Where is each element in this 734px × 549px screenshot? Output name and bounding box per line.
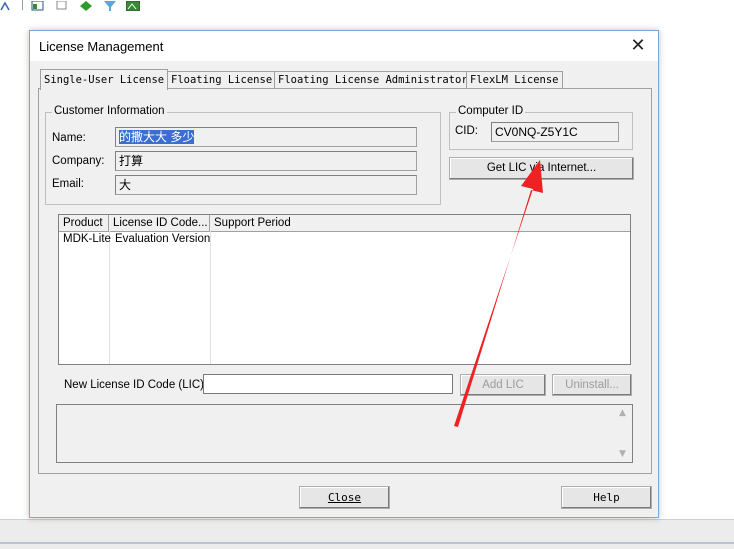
column-divider <box>109 231 110 364</box>
email-field[interactable]: 大 <box>115 175 417 195</box>
toolbar-separator <box>22 0 23 10</box>
email-label: Email: <box>52 178 84 190</box>
column-header-support-period[interactable]: Support Period <box>210 215 630 231</box>
close-icon[interactable]: ✕ <box>626 34 650 58</box>
title-bar[interactable]: License Management ✕ <box>30 31 658 61</box>
download-diamond-icon[interactable] <box>79 0 93 11</box>
funnel-icon[interactable] <box>103 0 117 11</box>
column-header-license-id-code[interactable]: License ID Code... <box>109 215 210 231</box>
column-divider <box>210 231 211 364</box>
vertical-scrollbar[interactable]: ▲ ▼ <box>615 405 632 462</box>
window-icon[interactable] <box>31 0 45 11</box>
column-header-product[interactable]: Product <box>59 215 109 231</box>
message-box[interactable]: ▲ ▼ <box>56 404 633 463</box>
dialog-title: License Management <box>39 39 164 54</box>
close-button[interactable]: Close <box>299 486 390 509</box>
tab-floating-license[interactable]: Floating License <box>167 71 277 89</box>
new-lic-label: New License ID Code (LIC): <box>64 379 208 391</box>
new-lic-input[interactable] <box>203 374 453 394</box>
add-lic-button[interactable]: Add LIC <box>460 374 546 396</box>
scroll-up-icon[interactable]: ▲ <box>619 408 626 418</box>
get-lic-via-internet-button[interactable]: Get LIC via Internet... <box>449 157 634 180</box>
close-button-label: Close <box>327 491 362 504</box>
table-cell-product[interactable]: MDK-Lite <box>59 233 111 245</box>
name-field[interactable]: 的撒大大 多少 <box>115 127 417 147</box>
background-window-bottom <box>0 519 734 549</box>
customer-information-label: Customer Information <box>52 105 167 117</box>
cid-label: CID: <box>455 125 478 137</box>
single-user-license-panel: Customer Information Name: 的撒大大 多少 Compa… <box>38 88 652 474</box>
computer-id-label: Computer ID <box>456 105 526 117</box>
customer-information-group: Customer Information Name: 的撒大大 多少 Compa… <box>45 105 441 205</box>
copy-icon[interactable] <box>55 0 69 10</box>
tab-flexlm-license[interactable]: FlexLM License <box>466 71 563 89</box>
name-label: Name: <box>52 132 86 144</box>
company-field[interactable]: 打算 <box>115 151 417 171</box>
tab-floating-license-administrator[interactable]: Floating License Administrator <box>274 71 472 89</box>
license-list[interactable]: Product License ID Code... Support Perio… <box>58 214 631 365</box>
scroll-down-icon[interactable]: ▼ <box>619 449 626 459</box>
help-button[interactable]: Help <box>561 486 652 509</box>
tab-single-user-license[interactable]: Single-User License <box>40 69 169 90</box>
cid-field[interactable]: CV0NQ-Z5Y1C <box>491 122 619 142</box>
table-cell-license-id[interactable]: Evaluation Version <box>111 233 210 245</box>
license-management-dialog: License Management ✕ Single-User License… <box>29 30 659 518</box>
computer-id-group: Computer ID CID: CV0NQ-Z5Y1C <box>449 105 633 150</box>
background-toolbar <box>0 0 734 14</box>
toolbar-icon[interactable] <box>0 0 14 11</box>
company-label: Company: <box>52 155 105 167</box>
license-list-header: Product License ID Code... Support Perio… <box>59 215 630 232</box>
image-icon[interactable] <box>125 0 141 12</box>
name-value: 的撒大大 多少 <box>119 130 195 144</box>
uninstall-button[interactable]: Uninstall... <box>552 374 632 396</box>
